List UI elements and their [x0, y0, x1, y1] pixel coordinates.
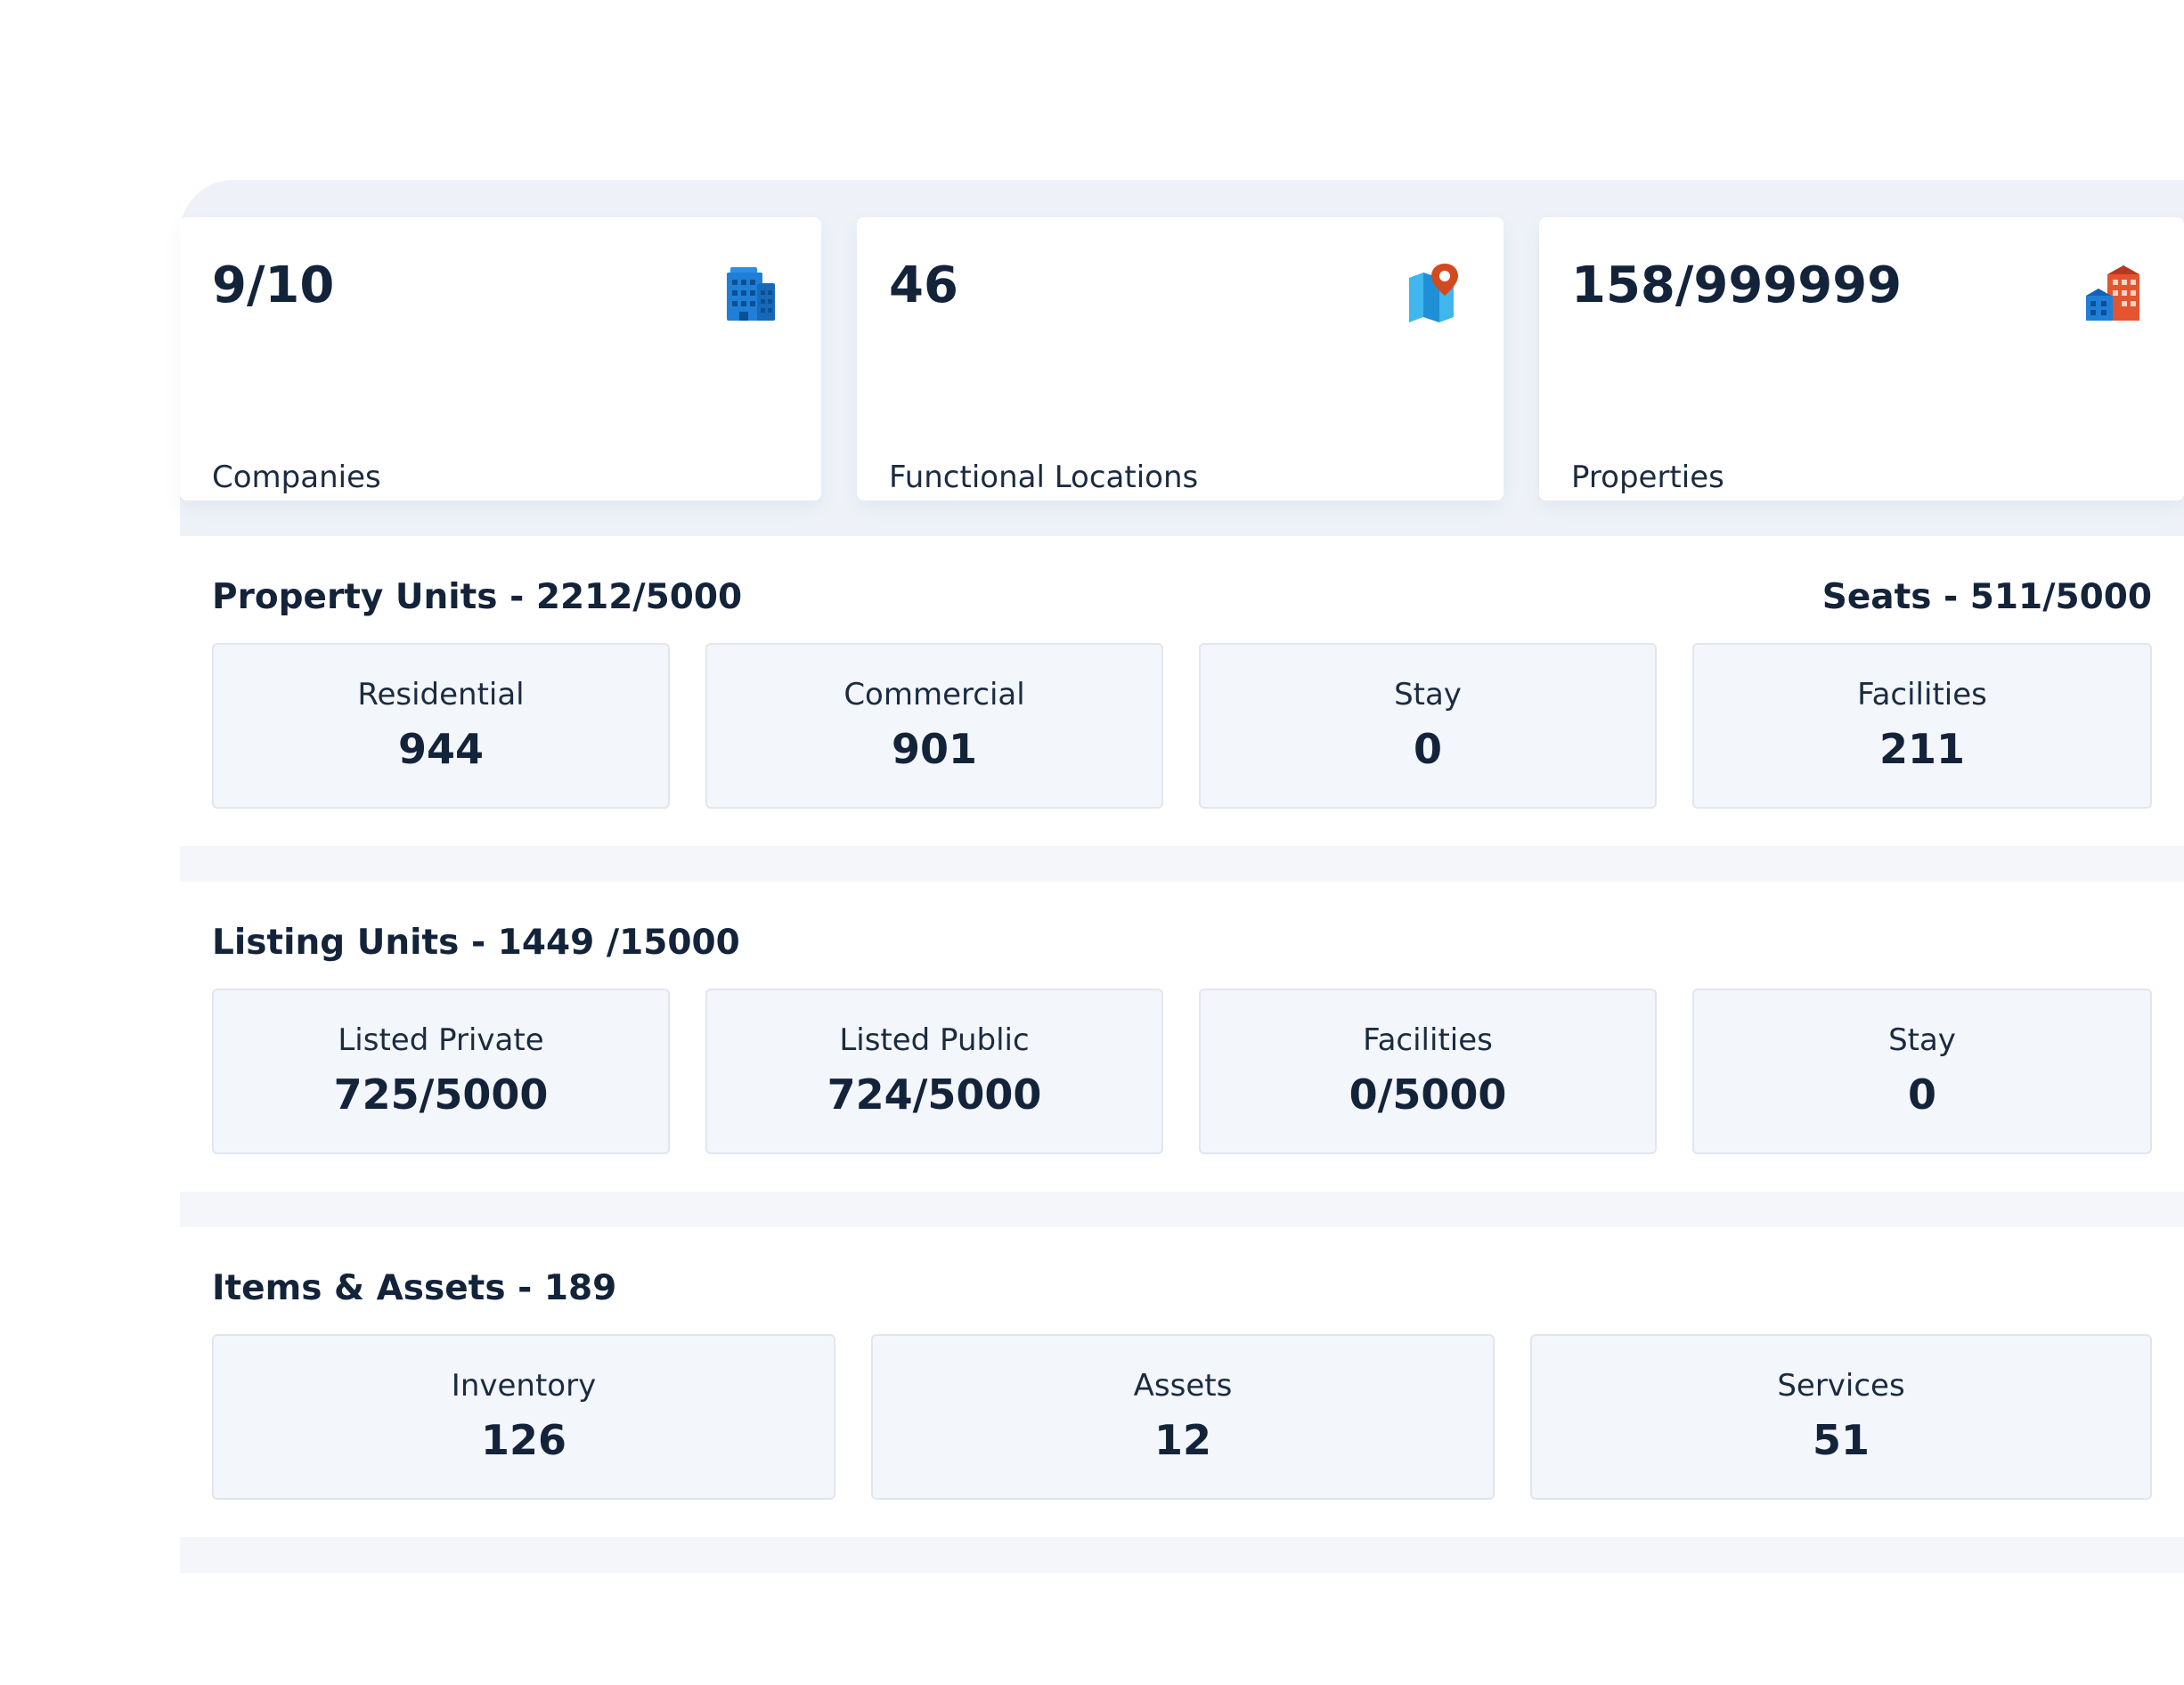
tile-value: 724/5000: [827, 1070, 1042, 1119]
office-building-icon: [721, 264, 780, 322]
tile-label: Facilities: [1857, 677, 1987, 712]
tile-value: 51: [1812, 1416, 1870, 1464]
properties-count: 158/999999: [1571, 256, 1903, 314]
tile-value: 901: [891, 725, 978, 773]
listed-public-tile[interactable]: Listed Public 724/5000: [705, 989, 1163, 1154]
summary-cards-band: 9/10 Companies 46 Functional Locations 1…: [180, 180, 2184, 536]
companies-card[interactable]: 9/10 Companies: [180, 217, 821, 501]
tile-label: Facilities: [1363, 1022, 1493, 1058]
tile-value: 211: [1878, 725, 1966, 773]
tile-value: 0: [1413, 725, 1442, 773]
stay-tile[interactable]: Stay 0: [1199, 643, 1657, 809]
tile-value: 944: [397, 725, 485, 773]
items-assets-title: Items & Assets - 189: [212, 1268, 617, 1308]
listing-facilities-tile[interactable]: Facilities 0/5000: [1199, 989, 1657, 1154]
tile-value: 126: [480, 1416, 567, 1464]
commercial-tile[interactable]: Commercial 901: [705, 643, 1163, 809]
tile-label: Services: [1777, 1368, 1905, 1404]
tile-value: 0/5000: [1349, 1070, 1507, 1119]
companies-count: 9/10: [212, 256, 335, 314]
map-pin-icon: [1404, 264, 1463, 322]
tile-label: Assets: [1133, 1368, 1233, 1404]
tile-label: Commercial: [843, 677, 1025, 712]
tile-value: 0: [1907, 1070, 1936, 1119]
properties-label: Properties: [1571, 460, 1724, 495]
listing-units-title: Listing Units - 1449 /15000: [212, 923, 740, 963]
companies-label: Companies: [212, 460, 381, 495]
functional-locations-card[interactable]: 46 Functional Locations: [857, 217, 1504, 501]
seats-title: Seats - 511/5000: [1821, 577, 2152, 617]
listed-private-tile[interactable]: Listed Private 725/5000: [212, 989, 670, 1154]
tile-label: Listed Private: [338, 1022, 544, 1058]
section-divider: [180, 1537, 2184, 1573]
property-units-title: Property Units - 2212/5000: [212, 577, 743, 617]
section-divider: [180, 846, 2184, 882]
tile-label: Residential: [357, 677, 525, 712]
services-tile[interactable]: Services 51: [1530, 1334, 2152, 1500]
inventory-tile[interactable]: Inventory 126: [212, 1334, 835, 1500]
city-buildings-icon: [2084, 264, 2143, 322]
residential-tile[interactable]: Residential 944: [212, 643, 670, 809]
assets-tile[interactable]: Assets 12: [871, 1334, 1495, 1500]
functional-locations-label: Functional Locations: [889, 460, 1199, 495]
dashboard: 9/10 Companies 46 Functional Locations 1…: [180, 180, 2184, 1573]
properties-card[interactable]: 158/999999 Properties: [1539, 217, 2184, 501]
listing-stay-tile[interactable]: Stay 0: [1692, 989, 2152, 1154]
functional-locations-count: 46: [889, 256, 958, 314]
tile-label: Listed Public: [839, 1022, 1030, 1058]
facilities-tile[interactable]: Facilities 211: [1692, 643, 2152, 809]
tile-value: 725/5000: [333, 1070, 549, 1119]
tile-label: Inventory: [451, 1368, 597, 1404]
tile-label: Stay: [1394, 677, 1462, 712]
section-divider: [180, 1192, 2184, 1227]
tile-label: Stay: [1888, 1022, 1956, 1058]
tile-value: 12: [1153, 1416, 1211, 1464]
